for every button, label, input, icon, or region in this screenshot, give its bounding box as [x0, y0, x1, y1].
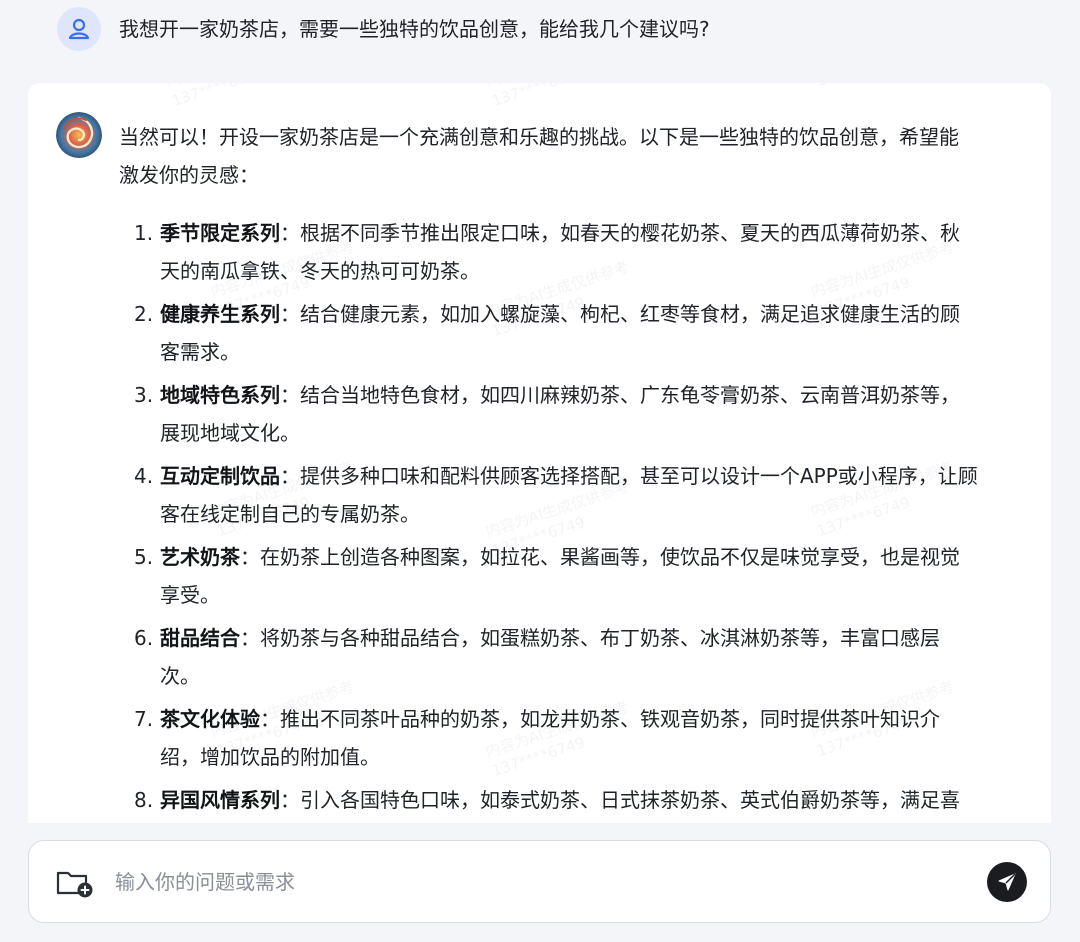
item-text: 次。: [160, 664, 200, 688]
item-text: 绍，增加饮品的附加值。: [160, 745, 380, 769]
list-item: 3. 地域特色系列：结合当地特色食材，如四川麻辣奶茶、广东龟苓膏奶茶、云南普洱奶…: [28, 376, 1051, 456]
chat-input-placeholder[interactable]: 输入你的问题或需求: [115, 867, 295, 897]
watermark: 内容为AI生成仅供参考137****6749: [808, 83, 963, 91]
item-text: 展现地域文化。: [160, 421, 300, 445]
intro-line: 当然可以！开设一家奶茶店是一个充满创意和乐趣的挑战。以下是一些独特的饮品创意，希…: [119, 125, 959, 149]
item-text: ：引入各国特色口味，如泰式奶茶、日式抹茶奶茶、英式伯爵奶茶等，满足喜: [280, 788, 960, 812]
item-title: 艺术奶茶: [160, 545, 240, 569]
item-number: 2.: [134, 302, 154, 326]
watermark: 内容为AI生成仅供参考137****6749: [163, 83, 318, 111]
item-number: 1.: [134, 221, 154, 245]
user-icon: [68, 18, 90, 40]
ai-answer-card: 当然可以！开设一家奶茶店是一个充满创意和乐趣的挑战。以下是一些独特的饮品创意，希…: [28, 83, 1051, 823]
item-text: ：结合健康元素，如加入螺旋藻、枸杞、红枣等食材，满足追求健康生活的顾: [280, 302, 960, 326]
item-text: 天的南瓜拿铁、冬天的热可可奶茶。: [160, 259, 480, 283]
item-number: 8.: [134, 788, 154, 812]
user-question-text: 我想开一家奶茶店，需要一些独特的饮品创意，能给我几个建议吗?: [119, 17, 710, 41]
item-title: 异国风情系列: [160, 788, 280, 812]
list-item: 1. 季节限定系列：根据不同季节推出限定口味，如春天的樱花奶茶、夏天的西瓜薄荷奶…: [28, 214, 1051, 294]
item-title: 地域特色系列: [160, 383, 280, 407]
item-text: 客在线定制自己的专属奶茶。: [160, 502, 420, 526]
item-text: ：在奶茶上创造各种图案，如拉花、果酱画等，使饮品不仅是味觉享受，也是视觉: [240, 545, 960, 569]
chat-input-box[interactable]: 输入你的问题或需求: [28, 840, 1051, 923]
item-title: 茶文化体验: [160, 707, 260, 731]
intro-line: 激发你的灵感：: [119, 163, 259, 187]
item-text: ：推出不同茶叶品种的奶茶，如龙井奶茶、铁观音奶茶，同时提供茶叶知识介: [260, 707, 940, 731]
item-title: 季节限定系列: [160, 221, 280, 245]
item-text: 客需求。: [160, 340, 240, 364]
item-number: 5.: [134, 545, 154, 569]
item-text: ：提供多种口味和配料供顾客选择搭配，甚至可以设计一个APP或小程序，让顾: [280, 464, 978, 488]
item-number: 3.: [134, 383, 154, 407]
list-item: 2. 健康养生系列：结合健康元素，如加入螺旋藻、枸杞、红枣等食材，满足追求健康生…: [28, 295, 1051, 375]
item-number: 4.: [134, 464, 154, 488]
item-text: 享受。: [160, 583, 220, 607]
list-item: 8. 异国风情系列：引入各国特色口味，如泰式奶茶、日式抹茶奶茶、英式伯爵奶茶等，…: [28, 781, 1051, 823]
list-item: 7. 茶文化体验：推出不同茶叶品种的奶茶，如龙井奶茶、铁观音奶茶，同时提供茶叶知…: [28, 700, 1051, 780]
send-button[interactable]: [987, 862, 1027, 902]
item-text: ：结合当地特色食材，如四川麻辣奶茶、广东龟苓膏奶茶、云南普洱奶茶等，: [280, 383, 960, 407]
ai-avatar: [56, 112, 102, 158]
send-icon: [998, 873, 1016, 891]
item-number: 6.: [134, 626, 154, 650]
list-item: 6. 甜品结合：将奶茶与各种甜品结合，如蛋糕奶茶、布丁奶茶、冰淇淋奶茶等，丰富口…: [28, 619, 1051, 699]
answer-intro: 当然可以！开设一家奶茶店是一个充满创意和乐趣的挑战。以下是一些独特的饮品创意，希…: [119, 118, 1019, 194]
watermark: 内容为AI生成仅供参考137****6749: [483, 83, 638, 111]
ai-swirl-avatar-icon: [56, 112, 102, 158]
folder-add-icon: [56, 871, 93, 898]
list-item: 5. 艺术奶茶：在奶茶上创造各种图案，如拉花、果酱画等，使饮品不仅是味觉享受，也…: [28, 538, 1051, 618]
item-text: ：根据不同季节推出限定口味，如春天的樱花奶茶、夏天的西瓜薄荷奶茶、秋: [280, 221, 960, 245]
attach-button[interactable]: [56, 867, 94, 899]
user-message-row: 我想开一家奶茶店，需要一些独特的饮品创意，能给我几个建议吗?: [0, 0, 1080, 70]
item-number: 7.: [134, 707, 154, 731]
item-title: 互动定制饮品: [160, 464, 280, 488]
item-title: 健康养生系列: [160, 302, 280, 326]
item-text: ：将奶茶与各种甜品结合，如蛋糕奶茶、布丁奶茶、冰淇淋奶茶等，丰富口感层: [240, 626, 940, 650]
item-title: 甜品结合: [160, 626, 240, 650]
list-item: 4. 互动定制饮品：提供多种口味和配料供顾客选择搭配，甚至可以设计一个APP或小…: [28, 457, 1051, 537]
user-avatar: [57, 7, 101, 51]
